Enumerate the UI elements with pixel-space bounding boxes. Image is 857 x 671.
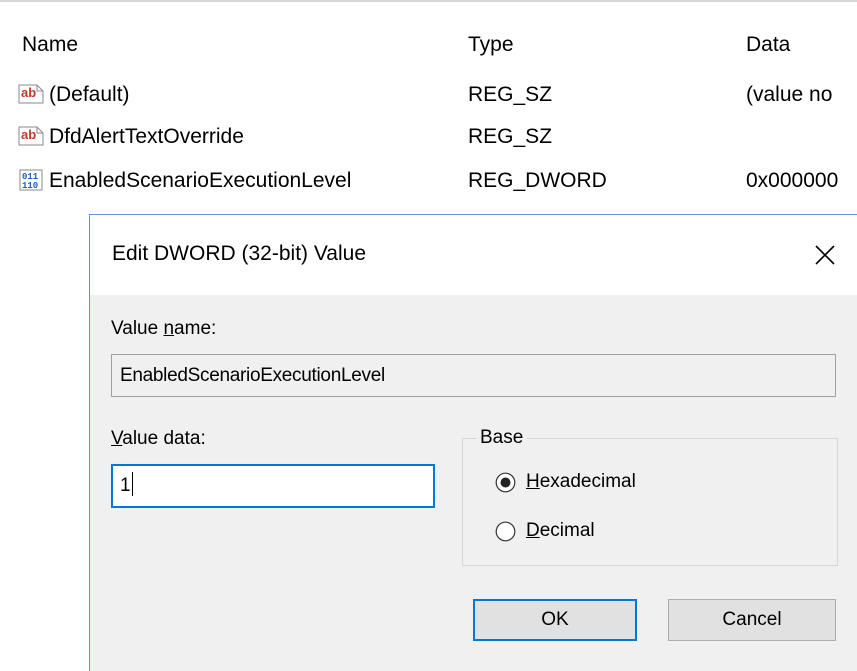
value-data-text: 1 xyxy=(120,475,131,496)
text-caret xyxy=(131,472,133,497)
registry-value-data: (value no xyxy=(746,83,833,106)
registry-value-name: DfdAlertTextOverride xyxy=(49,125,244,148)
ok-button[interactable]: OK xyxy=(473,599,637,641)
svg-text:ab: ab xyxy=(21,85,36,100)
value-data-label: Value data: xyxy=(111,428,206,449)
value-name-field: EnabledScenarioExecutionLevel xyxy=(111,354,836,397)
registry-value-row[interactable]: 011 110 EnabledScenarioExecutionLevel RE… xyxy=(0,164,857,198)
dialog-title: Edit DWORD (32-bit) Value xyxy=(112,242,367,265)
column-header-data[interactable]: Data xyxy=(746,32,790,58)
registry-value-type: REG_SZ xyxy=(468,83,553,106)
cancel-button[interactable]: Cancel xyxy=(668,599,836,641)
registry-value-row[interactable]: ab DfdAlertTextOverride REG_SZ xyxy=(0,120,857,154)
binary-value-icon: 011 110 xyxy=(18,168,44,192)
registry-value-name: (Default) xyxy=(49,83,130,106)
registry-value-row[interactable]: ab (Default) REG_SZ (value no xyxy=(0,78,857,112)
base-group-legend: Base xyxy=(476,426,528,450)
registry-value-type: REG_DWORD xyxy=(468,169,607,192)
svg-text:110: 110 xyxy=(22,181,38,191)
radio-hexadecimal-label: Hexadecimal xyxy=(526,471,636,492)
radio-unselected-icon xyxy=(495,521,516,542)
dialog-titlebar[interactable]: Edit DWORD (32-bit) Value xyxy=(90,215,857,295)
column-header-type[interactable]: Type xyxy=(468,32,514,58)
registry-value-type: REG_SZ xyxy=(468,125,553,148)
registry-value-name: EnabledScenarioExecutionLevel xyxy=(49,169,352,192)
registry-value-data: 0x000000 xyxy=(746,169,839,192)
string-value-icon: ab xyxy=(18,82,44,106)
string-value-icon: ab xyxy=(18,124,44,148)
svg-text:ab: ab xyxy=(21,127,36,142)
registry-editor-view: Name Type Data ab (Default) REG_SZ (valu… xyxy=(0,0,857,671)
edit-dword-dialog: Edit DWORD (32-bit) Value Value name: En… xyxy=(89,214,857,671)
base-group: Base Hexadecimal Decimal xyxy=(462,426,838,566)
column-header-name[interactable]: Name xyxy=(22,32,78,58)
list-top-border xyxy=(0,0,857,2)
close-button[interactable] xyxy=(805,235,845,275)
value-name-label: Value name: xyxy=(111,318,217,339)
radio-decimal-label: Decimal xyxy=(526,520,595,541)
radio-selected-icon xyxy=(495,472,516,493)
value-data-input[interactable]: 1 xyxy=(111,464,435,508)
close-icon xyxy=(815,245,835,265)
